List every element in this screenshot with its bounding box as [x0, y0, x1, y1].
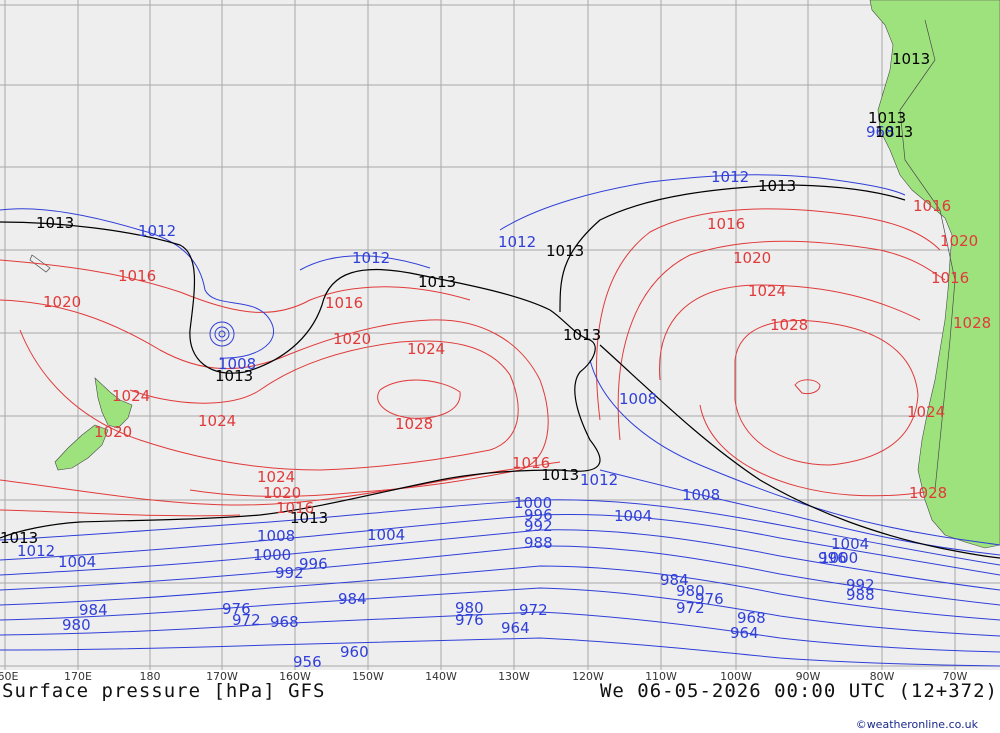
isobar-label: 1013	[563, 326, 601, 344]
isobar-label: 1013	[875, 123, 913, 141]
isobar-label: 1024	[112, 387, 150, 405]
isobar-label: 1008	[682, 486, 720, 504]
isobar-label: 1013	[290, 509, 328, 527]
isobar-label: 1028	[395, 415, 433, 433]
isobar-label: 1008	[619, 390, 657, 408]
isobar-label: 960	[340, 643, 369, 661]
isobar-label: 1012	[498, 233, 536, 251]
isobar-label: 1004	[614, 507, 652, 525]
valid-time: We 06-05-2026 00:00 UTC (12+372)	[599, 680, 998, 702]
map-caption: Surface pressure [hPa] GFS We 06-05-2026…	[0, 680, 1000, 704]
isobar-label: 1012	[138, 222, 176, 240]
isobar-label: 1024	[748, 282, 786, 300]
isobar-label: 1024	[198, 412, 236, 430]
isobar-label: 988	[846, 586, 875, 604]
isobar-label: 972	[519, 601, 548, 619]
isobar-label: 964	[730, 624, 759, 642]
pressure-map: 1016 1020 1024 1020 1024 1016 1020 1024 …	[0, 0, 1000, 670]
isobar-label: 1013	[36, 214, 74, 232]
isobar-label: 1013	[541, 466, 579, 484]
isobar-label: 1013	[0, 529, 38, 547]
isobar-label: 1004	[58, 553, 96, 571]
isobar-label: 976	[455, 611, 484, 629]
isobar-label: 964	[501, 619, 530, 637]
isobar-label: 1028	[909, 484, 947, 502]
isobar-label: 1012	[580, 471, 618, 489]
isobar-label: 1016	[325, 294, 363, 312]
isobar-label: 1024	[407, 340, 445, 358]
isobar-label: 968	[270, 613, 299, 631]
isobar-label: 1012	[711, 168, 749, 186]
isobar-label: 1008	[257, 527, 295, 545]
isobar-label: 1013	[758, 177, 796, 195]
isobar-label: 1013	[546, 242, 584, 260]
isobar-label: 992	[524, 517, 553, 535]
isobar-label: 1004	[367, 526, 405, 544]
isobar-label: 1013	[418, 273, 456, 291]
isobar-label: 1004	[831, 535, 869, 553]
isobar-label: 1016	[707, 215, 745, 233]
isobar-label: 1012	[352, 249, 390, 267]
isobar-label: 1028	[953, 314, 991, 332]
isobar-label: 972	[232, 611, 261, 629]
isobar-label: 1020	[94, 423, 132, 441]
isobar-label: 956	[293, 653, 322, 670]
isobar-label: 1013	[215, 367, 253, 385]
isobar-label: 972	[676, 599, 705, 617]
credit-link[interactable]: ©weatheronline.co.uk	[856, 718, 978, 731]
isobar-label: 1028	[770, 316, 808, 334]
isobar-label: 1000	[253, 546, 291, 564]
isobar-label: 1020	[43, 293, 81, 311]
isobar-label: 1020	[940, 232, 978, 250]
isobar-label: 1024	[907, 403, 945, 421]
map-title: Surface pressure [hPa] GFS	[2, 680, 326, 702]
isobar-label: 1020	[733, 249, 771, 267]
isobar-label: 992	[275, 564, 304, 582]
isobar-label: 1016	[118, 267, 156, 285]
isobar-label: 1016	[913, 197, 951, 215]
isobar-label: 1016	[931, 269, 969, 287]
isobar-label: 984	[338, 590, 367, 608]
isobar-label: 1013	[892, 50, 930, 68]
isobar-label: 984	[79, 601, 108, 619]
isobar-label: 988	[524, 534, 553, 552]
isobar-label: 1020	[333, 330, 371, 348]
